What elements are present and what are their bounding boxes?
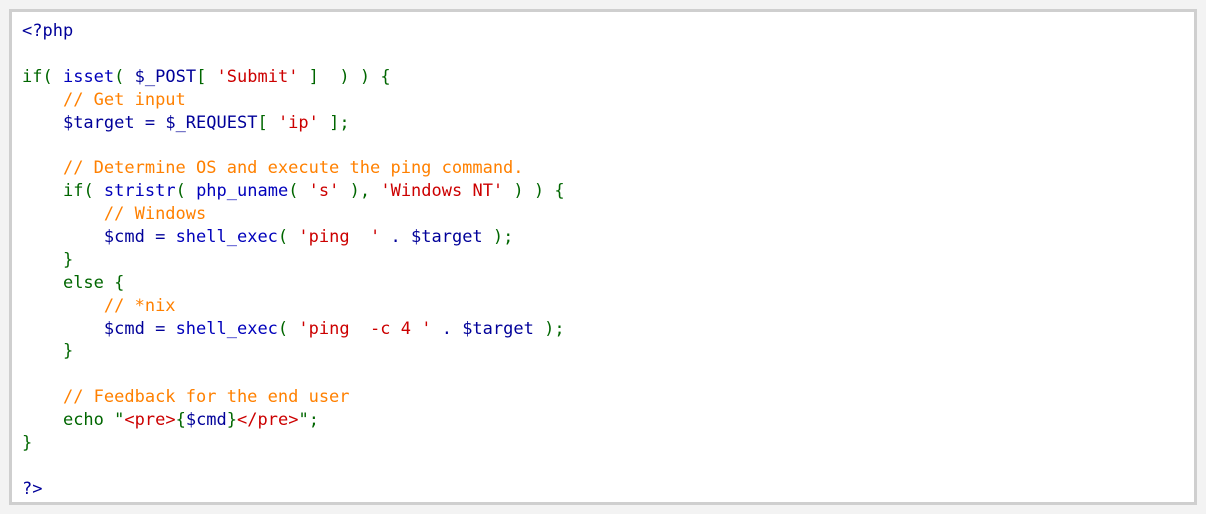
code-token-string: 'ip' xyxy=(277,112,319,133)
code-token-variable: $cmd xyxy=(185,410,227,431)
code-token-variable: . xyxy=(431,318,463,339)
code-token-variable: = xyxy=(144,227,176,248)
code-token-function: isset xyxy=(62,66,115,87)
code-token-function: shell_exec xyxy=(175,318,278,339)
code-token-tag: <?php xyxy=(22,21,74,41)
code-token-comment: // Get input xyxy=(62,89,186,110)
code-token-punct: ] ) ) { xyxy=(298,66,391,87)
code-token-function: stristr xyxy=(103,181,176,202)
code-line: // Determine OS and execute the ping com… xyxy=(22,157,565,180)
code-line: else { xyxy=(22,272,565,295)
code-token-variable: $target xyxy=(62,112,135,133)
code-line: // Windows xyxy=(22,203,565,226)
code-token-punct: } xyxy=(62,249,74,270)
code-line: } xyxy=(22,432,565,455)
code-token-string: 'Windows NT' xyxy=(380,181,504,202)
code-token-comment: // Windows xyxy=(103,204,207,225)
code-token-string: 's' xyxy=(308,181,340,202)
code-token-variable: $_POST xyxy=(134,66,197,87)
code-token-variable: $target xyxy=(411,227,483,248)
code-token-variable: $cmd xyxy=(103,318,145,339)
code-token-keyword: " xyxy=(103,410,125,431)
code-token-punct: ); xyxy=(533,318,565,339)
code-token-punct: } xyxy=(22,433,33,454)
code-token-punct: ( xyxy=(42,66,63,87)
code-token-punct: ]; xyxy=(318,112,350,133)
code-line: if( stristr( php_uname( 's' ), 'Windows … xyxy=(22,180,565,203)
code-token-variable: $cmd xyxy=(103,227,145,248)
code-token-keyword: echo xyxy=(62,410,104,431)
code-token-punct: ( xyxy=(114,66,135,87)
code-line: } xyxy=(22,340,565,363)
code-token-punct: ( xyxy=(83,181,104,202)
code-token-keyword: "; xyxy=(298,410,319,431)
code-line: echo "<pre>{$cmd}</pre>"; xyxy=(22,409,565,432)
code-token-variable: = xyxy=(144,318,176,339)
code-token-comment: // Feedback for the end user xyxy=(62,387,350,408)
code-token-function: php_uname xyxy=(196,181,289,202)
code-line: $cmd = shell_exec( 'ping ' . $target ); xyxy=(22,226,565,249)
code-line: } xyxy=(22,249,565,272)
php-source-code: <?php if( isset( $_POST[ 'Submit' ] ) ) {… xyxy=(22,20,565,501)
code-token-string: 'ping -c 4 ' xyxy=(298,318,432,339)
code-token-string: 'ping ' xyxy=(298,227,381,248)
code-token-punct: { xyxy=(175,410,186,431)
code-token-tag: ?> xyxy=(22,478,43,499)
code-token-punct: [ xyxy=(196,66,217,87)
code-line: if( isset( $_POST[ 'Submit' ] ) ) { xyxy=(22,66,565,89)
code-token-punct: ( xyxy=(288,181,309,202)
code-token-punct: [ xyxy=(257,112,278,133)
code-line: // Feedback for the end user xyxy=(22,386,565,409)
code-token-variable: = xyxy=(134,112,166,133)
code-token-punct: { xyxy=(103,272,125,293)
code-token-string: </pre> xyxy=(237,410,299,431)
code-panel: <?php if( isset( $_POST[ 'Submit' ] ) ) {… xyxy=(9,9,1197,505)
code-token-keyword: else xyxy=(62,272,104,293)
code-token-keyword: if xyxy=(62,181,84,202)
code-line: <?php xyxy=(22,20,565,43)
code-token-punct: ( xyxy=(175,181,197,202)
code-token-comment: // *nix xyxy=(103,295,176,316)
code-line: $target = $_REQUEST[ 'ip' ]; xyxy=(22,112,565,135)
code-token-string: 'Submit' xyxy=(216,66,299,87)
code-token-punct: } xyxy=(62,341,74,362)
code-line: // *nix xyxy=(22,295,565,318)
code-token-punct: } xyxy=(226,410,238,431)
code-token-punct: ( xyxy=(277,227,299,248)
code-token-function: shell_exec xyxy=(175,227,278,248)
code-token-punct: ), xyxy=(339,181,381,202)
code-token-variable: $_REQUEST xyxy=(165,112,258,133)
code-token-comment: // Determine OS and execute the ping com… xyxy=(62,158,524,179)
code-token-punct: ) ) { xyxy=(503,181,565,202)
code-line: ?> xyxy=(22,478,565,501)
code-line: $cmd = shell_exec( 'ping -c 4 ' . $targe… xyxy=(22,318,565,341)
code-token-punct: ( xyxy=(277,318,299,339)
code-token-keyword: if xyxy=(22,66,43,87)
code-token-variable: $target xyxy=(462,318,534,339)
code-token-string: <pre> xyxy=(124,410,176,431)
code-token-variable: . xyxy=(380,227,412,248)
code-line: // Get input xyxy=(22,89,565,112)
code-token-punct: ); xyxy=(482,227,514,248)
